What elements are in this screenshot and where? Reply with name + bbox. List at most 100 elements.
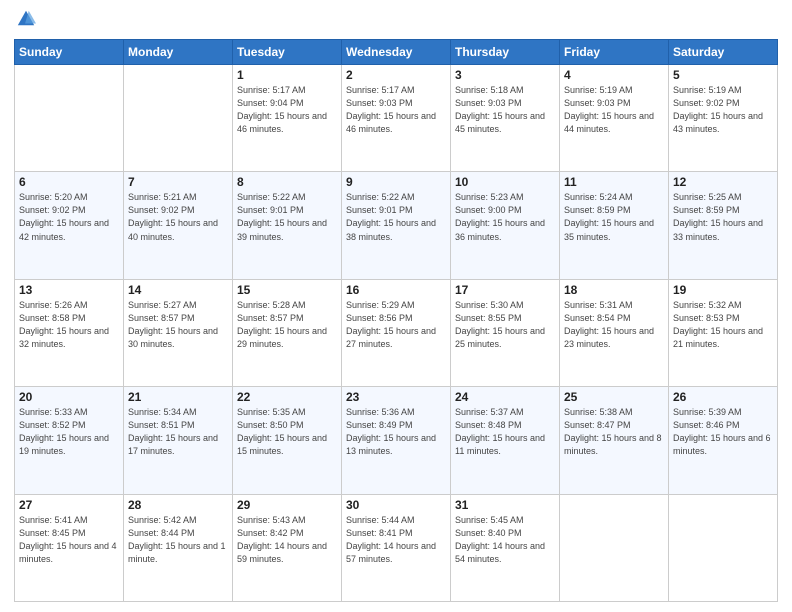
day-number: 2: [346, 68, 446, 82]
day-info: Sunrise: 5:17 AM Sunset: 9:04 PM Dayligh…: [237, 84, 337, 136]
calendar-cell: 12 Sunrise: 5:25 AM Sunset: 8:59 PM Dayli…: [669, 172, 778, 279]
calendar-cell: 5Sunrise: 5:19 AM Sunset: 9:02 PM Daylig…: [669, 65, 778, 172]
day-number: 14: [128, 283, 228, 297]
day-number: 10: [455, 175, 555, 189]
day-info: Sunrise: 5:22 AM Sunset: 9:01 PM Dayligh…: [237, 191, 337, 243]
day-info: Sunrise: 5:19 AM Sunset: 9:02 PM Dayligh…: [673, 84, 773, 136]
calendar-cell: 31 Sunrise: 5:45 AM Sunset: 8:40 PM Dayli…: [451, 494, 560, 601]
calendar-cell: 25 Sunrise: 5:38 AM Sunset: 8:47 PM Dayli…: [560, 387, 669, 494]
day-info: Sunrise: 5:25 AM Sunset: 8:59 PM Dayligh…: [673, 191, 773, 243]
day-number: 17: [455, 283, 555, 297]
calendar-week-5: 27 Sunrise: 5:41 AM Sunset: 8:45 PM Dayli…: [15, 494, 778, 601]
day-number: 19: [673, 283, 773, 297]
calendar-cell: 18Sunrise: 5:31 AM Sunset: 8:54 PM Dayli…: [560, 279, 669, 386]
day-info: Sunrise: 5:38 AM Sunset: 8:47 PM Dayligh…: [564, 406, 664, 458]
calendar-cell: 20Sunrise: 5:33 AM Sunset: 8:52 PM Dayli…: [15, 387, 124, 494]
weekday-header-thursday: Thursday: [451, 40, 560, 65]
calendar-cell: 23 Sunrise: 5:36 AM Sunset: 8:49 PM Dayli…: [342, 387, 451, 494]
calendar-cell: 10Sunrise: 5:23 AM Sunset: 9:00 PM Dayli…: [451, 172, 560, 279]
calendar-cell: 6 Sunrise: 5:20 AM Sunset: 9:02 PM Daylig…: [15, 172, 124, 279]
day-number: 25: [564, 390, 664, 404]
calendar-cell: 2 Sunrise: 5:17 AM Sunset: 9:03 PM Daylig…: [342, 65, 451, 172]
calendar-cell: 22 Sunrise: 5:35 AM Sunset: 8:50 PM Dayli…: [233, 387, 342, 494]
day-number: 27: [19, 498, 119, 512]
calendar-cell: 11 Sunrise: 5:24 AM Sunset: 8:59 PM Dayli…: [560, 172, 669, 279]
calendar-cell: 16 Sunrise: 5:29 AM Sunset: 8:56 PM Dayli…: [342, 279, 451, 386]
day-number: 12: [673, 175, 773, 189]
weekday-header-friday: Friday: [560, 40, 669, 65]
day-info: Sunrise: 5:39 AM Sunset: 8:46 PM Dayligh…: [673, 406, 773, 458]
day-info: Sunrise: 5:36 AM Sunset: 8:49 PM Dayligh…: [346, 406, 446, 458]
day-info: Sunrise: 5:18 AM Sunset: 9:03 PM Dayligh…: [455, 84, 555, 136]
day-number: 4: [564, 68, 664, 82]
calendar-cell: 19 Sunrise: 5:32 AM Sunset: 8:53 PM Dayli…: [669, 279, 778, 386]
calendar-cell: 3 Sunrise: 5:18 AM Sunset: 9:03 PM Daylig…: [451, 65, 560, 172]
day-number: 30: [346, 498, 446, 512]
weekday-header-monday: Monday: [124, 40, 233, 65]
day-info: Sunrise: 5:21 AM Sunset: 9:02 PM Dayligh…: [128, 191, 228, 243]
weekday-header-saturday: Saturday: [669, 40, 778, 65]
calendar-cell: [560, 494, 669, 601]
calendar-cell: 26 Sunrise: 5:39 AM Sunset: 8:46 PM Dayli…: [669, 387, 778, 494]
day-info: Sunrise: 5:19 AM Sunset: 9:03 PM Dayligh…: [564, 84, 664, 136]
day-info: Sunrise: 5:45 AM Sunset: 8:40 PM Dayligh…: [455, 514, 555, 566]
calendar-cell: 4 Sunrise: 5:19 AM Sunset: 9:03 PM Daylig…: [560, 65, 669, 172]
calendar-table: SundayMondayTuesdayWednesdayThursdayFrid…: [14, 39, 778, 602]
day-number: 7: [128, 175, 228, 189]
day-number: 13: [19, 283, 119, 297]
day-info: Sunrise: 5:42 AM Sunset: 8:44 PM Dayligh…: [128, 514, 228, 566]
day-number: 21: [128, 390, 228, 404]
day-number: 22: [237, 390, 337, 404]
day-number: 18: [564, 283, 664, 297]
weekday-header-tuesday: Tuesday: [233, 40, 342, 65]
calendar-cell: 14Sunrise: 5:27 AM Sunset: 8:57 PM Dayli…: [124, 279, 233, 386]
day-number: 3: [455, 68, 555, 82]
calendar-cell: 8 Sunrise: 5:22 AM Sunset: 9:01 PM Daylig…: [233, 172, 342, 279]
day-number: 26: [673, 390, 773, 404]
day-number: 15: [237, 283, 337, 297]
day-info: Sunrise: 5:20 AM Sunset: 9:02 PM Dayligh…: [19, 191, 119, 243]
day-number: 16: [346, 283, 446, 297]
day-info: Sunrise: 5:26 AM Sunset: 8:58 PM Dayligh…: [19, 299, 119, 351]
day-info: Sunrise: 5:32 AM Sunset: 8:53 PM Dayligh…: [673, 299, 773, 351]
calendar-cell: 1 Sunrise: 5:17 AM Sunset: 9:04 PM Daylig…: [233, 65, 342, 172]
day-info: Sunrise: 5:44 AM Sunset: 8:41 PM Dayligh…: [346, 514, 446, 566]
day-info: Sunrise: 5:29 AM Sunset: 8:56 PM Dayligh…: [346, 299, 446, 351]
calendar-cell: 9Sunrise: 5:22 AM Sunset: 9:01 PM Daylig…: [342, 172, 451, 279]
calendar-cell: 30 Sunrise: 5:44 AM Sunset: 8:41 PM Dayli…: [342, 494, 451, 601]
day-number: 11: [564, 175, 664, 189]
calendar-week-1: 1 Sunrise: 5:17 AM Sunset: 9:04 PM Daylig…: [15, 65, 778, 172]
day-info: Sunrise: 5:33 AM Sunset: 8:52 PM Dayligh…: [19, 406, 119, 458]
calendar-cell: 21 Sunrise: 5:34 AM Sunset: 8:51 PM Dayli…: [124, 387, 233, 494]
day-number: 28: [128, 498, 228, 512]
day-number: 9: [346, 175, 446, 189]
calendar-cell: [124, 65, 233, 172]
day-info: Sunrise: 5:37 AM Sunset: 8:48 PM Dayligh…: [455, 406, 555, 458]
calendar-cell: 15 Sunrise: 5:28 AM Sunset: 8:57 PM Dayli…: [233, 279, 342, 386]
day-number: 24: [455, 390, 555, 404]
day-info: Sunrise: 5:24 AM Sunset: 8:59 PM Dayligh…: [564, 191, 664, 243]
header: [14, 10, 778, 33]
day-info: Sunrise: 5:35 AM Sunset: 8:50 PM Dayligh…: [237, 406, 337, 458]
day-info: Sunrise: 5:34 AM Sunset: 8:51 PM Dayligh…: [128, 406, 228, 458]
day-number: 8: [237, 175, 337, 189]
weekday-header-wednesday: Wednesday: [342, 40, 451, 65]
calendar-cell: 13 Sunrise: 5:26 AM Sunset: 8:58 PM Dayli…: [15, 279, 124, 386]
calendar-body: 1 Sunrise: 5:17 AM Sunset: 9:04 PM Daylig…: [15, 65, 778, 602]
day-info: Sunrise: 5:41 AM Sunset: 8:45 PM Dayligh…: [19, 514, 119, 566]
weekday-header-row: SundayMondayTuesdayWednesdayThursdayFrid…: [15, 40, 778, 65]
day-info: Sunrise: 5:17 AM Sunset: 9:03 PM Dayligh…: [346, 84, 446, 136]
day-number: 6: [19, 175, 119, 189]
day-info: Sunrise: 5:30 AM Sunset: 8:55 PM Dayligh…: [455, 299, 555, 351]
day-info: Sunrise: 5:43 AM Sunset: 8:42 PM Dayligh…: [237, 514, 337, 566]
weekday-header-sunday: Sunday: [15, 40, 124, 65]
calendar-cell: 29Sunrise: 5:43 AM Sunset: 8:42 PM Dayli…: [233, 494, 342, 601]
day-number: 1: [237, 68, 337, 82]
page: SundayMondayTuesdayWednesdayThursdayFrid…: [0, 0, 792, 612]
calendar-cell: 27 Sunrise: 5:41 AM Sunset: 8:45 PM Dayli…: [15, 494, 124, 601]
day-number: 23: [346, 390, 446, 404]
calendar-cell: 24 Sunrise: 5:37 AM Sunset: 8:48 PM Dayli…: [451, 387, 560, 494]
calendar-cell: 17 Sunrise: 5:30 AM Sunset: 8:55 PM Dayli…: [451, 279, 560, 386]
day-info: Sunrise: 5:28 AM Sunset: 8:57 PM Dayligh…: [237, 299, 337, 351]
day-number: 31: [455, 498, 555, 512]
